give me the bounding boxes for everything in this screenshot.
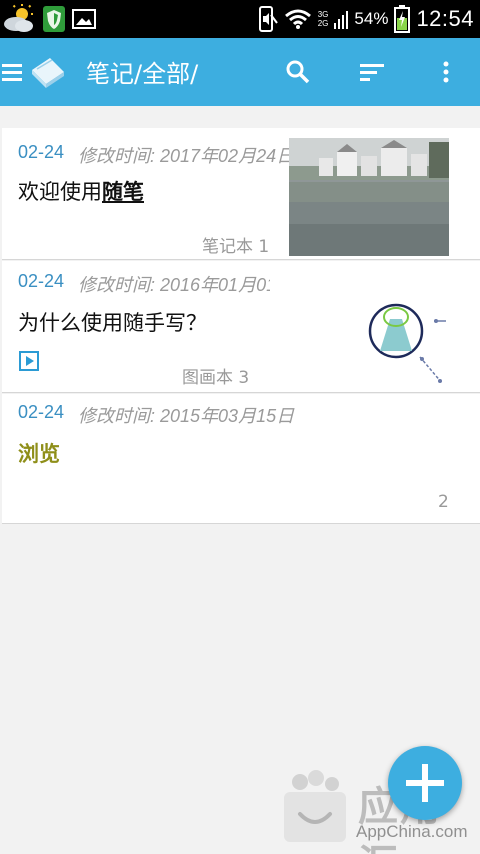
notebook-label: 2 xyxy=(438,492,449,512)
network-type-labels: 3G 2G xyxy=(318,10,329,28)
video-icon xyxy=(19,351,39,371)
note-thumbnail xyxy=(289,138,449,256)
wifi-icon xyxy=(284,9,311,29)
note-date: 02-24 xyxy=(18,402,65,422)
notebook-label: 笔记本 1 xyxy=(202,237,270,257)
network-label-top: 3G xyxy=(317,10,329,19)
note-date: 02-24 xyxy=(18,271,65,291)
sort-icon[interactable] xyxy=(358,58,386,86)
shield-app-icon xyxy=(43,6,65,32)
image-notification-icon xyxy=(72,9,96,29)
note-title: 为什么使用随手写？ xyxy=(18,311,207,335)
note-card[interactable]: 02-24 修改时间: 2017年02月24日 欢迎使用随笔 笔记本 1 xyxy=(2,128,480,260)
drawer-menu-icon[interactable] xyxy=(2,58,24,86)
note-card[interactable]: 02-24 修改时间: 2016年01月01日 为什么使用随手写？ 图画本 3 xyxy=(2,261,480,393)
clock: 12:54 xyxy=(416,6,474,31)
note-thumbnail xyxy=(270,269,450,389)
appchina-logo-icon xyxy=(284,770,346,842)
watermark-site: AppChina.com xyxy=(356,822,468,841)
notebook-label: 图画本 3 xyxy=(182,368,250,388)
note-card[interactable]: 02-24 修改时间: 2015年03月15日 浏览 2 xyxy=(2,394,480,524)
note-title: 欢迎使用随笔 xyxy=(18,176,144,206)
mute-icon xyxy=(258,6,278,32)
battery-icon xyxy=(394,5,411,33)
note-date: 02-24 xyxy=(18,142,65,162)
overflow-menu-icon[interactable] xyxy=(432,58,460,86)
note-title-text: 欢迎使用 xyxy=(18,180,102,204)
app-logo-icon[interactable] xyxy=(28,52,68,92)
battery-percentage: 54% xyxy=(354,9,389,28)
note-title: 浏览 xyxy=(18,442,60,466)
note-title-highlight: 随笔 xyxy=(102,180,144,204)
weather-icon xyxy=(4,4,33,32)
search-icon[interactable] xyxy=(284,58,312,86)
app-bar: 笔记/全部/ xyxy=(0,38,480,106)
status-bar: 3G 2G 54% 12:54 xyxy=(0,0,480,38)
note-modified-time: 修改时间: 2017年02月24日 xyxy=(78,146,295,166)
network-label-bottom: 2G xyxy=(317,19,329,28)
add-note-button[interactable] xyxy=(388,746,462,820)
note-modified-time: 修改时间: 2015年03月15日 xyxy=(78,406,295,426)
page-title: 笔记/全部/ xyxy=(86,60,199,88)
note-modified-time: 修改时间: 2016年01月01日 xyxy=(78,275,295,295)
signal-icon xyxy=(334,11,349,29)
